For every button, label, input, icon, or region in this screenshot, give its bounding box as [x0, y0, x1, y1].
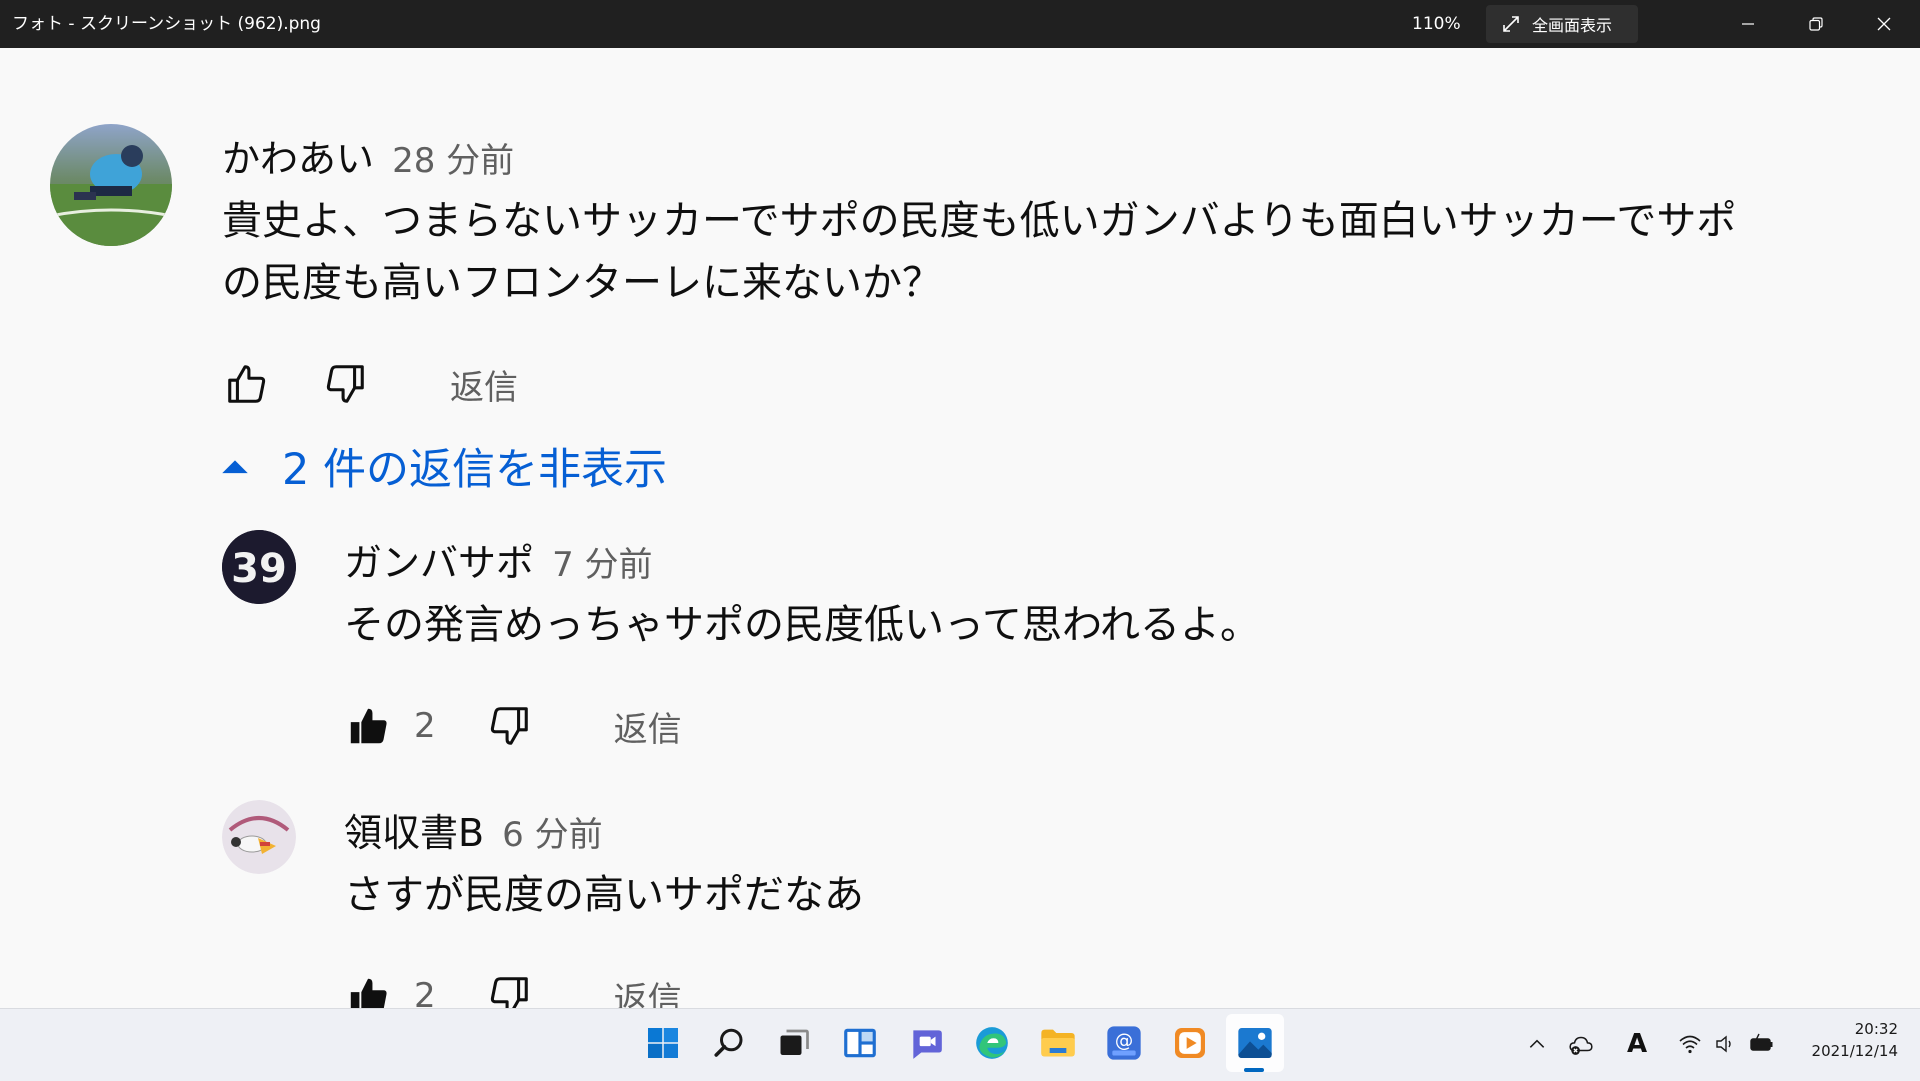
thumbs-down-outline-icon [490, 977, 528, 1008]
hide-replies-label: 2 件の返信を非表示 [282, 445, 668, 495]
battery-button[interactable] [1744, 1008, 1780, 1080]
reply-button[interactable]: 返信 [450, 360, 518, 409]
expand-icon [1503, 16, 1519, 32]
file-explorer-icon[interactable] [1029, 1014, 1087, 1072]
ime-indicator[interactable]: A [1618, 1008, 1656, 1080]
reply-avatar[interactable] [222, 800, 296, 874]
comment-text: 貴史よ、つまらないサッカーでサポの民度も低いガンバよりも面白いサッカーでサポ の… [222, 190, 1736, 314]
like-count: 2 [414, 976, 436, 1008]
number-jersey-avatar-icon: 39 [222, 530, 296, 604]
edge-browser-icon [976, 1027, 1008, 1059]
zoom-level[interactable]: 110% [1412, 0, 1461, 48]
clock-time: 20:32 [1854, 1020, 1898, 1038]
reply-time[interactable]: 7 分前 [552, 545, 652, 585]
close-icon [1877, 17, 1891, 31]
magnifier-icon [714, 1028, 743, 1057]
reply-author[interactable]: 領収書B [344, 811, 484, 855]
dislike-button[interactable] [320, 356, 370, 412]
taskbar-clock[interactable]: 20:32 2021/12/14 [1780, 1018, 1898, 1062]
windows-start-icon[interactable] [634, 1014, 692, 1072]
active-app-indicator [1244, 1068, 1264, 1072]
play-media-icon [1175, 1028, 1205, 1058]
window-title: フォト - スクリーンショット (962).png [12, 14, 321, 34]
reply-text: さすが民度の高いサポだなあ [344, 872, 864, 918]
folder-icon [1041, 1029, 1075, 1057]
comment-text-line1: 貴史よ、つまらないサッカーでサポの民度も低いガンバよりも面白いサッカーでサポ [222, 198, 1737, 244]
avatar-number: 39 [231, 546, 287, 592]
reply-button[interactable]: 返信 [614, 972, 682, 1009]
fullscreen-label: 全画面表示 [1532, 16, 1613, 35]
thumbs-down-outline-icon [326, 365, 364, 403]
like-button[interactable] [344, 698, 394, 754]
onedrive-error-icon [1569, 1036, 1593, 1055]
like-button[interactable] [344, 968, 394, 1008]
reply-avatar[interactable]: 39 [222, 530, 296, 604]
widgets-glyph-icon [844, 1028, 876, 1058]
task-view-icon[interactable] [765, 1014, 823, 1072]
widgets-icon[interactable] [831, 1014, 889, 1072]
comment-actions: 返信 [222, 356, 518, 412]
chevron-up-icon [1529, 1039, 1545, 1048]
reply-actions: 2 返信 [344, 698, 682, 754]
title-bar: フォト - スクリーンショット (962).png 110% 全画面表示 [0, 0, 1920, 48]
clock-date: 2021/12/14 [1811, 1042, 1898, 1060]
wifi-button[interactable] [1672, 1008, 1708, 1080]
dislike-button[interactable] [484, 968, 534, 1008]
thumbs-up-filled-icon [350, 708, 387, 744]
thumbs-up-filled-icon [350, 978, 387, 1008]
close-button[interactable] [1850, 0, 1918, 48]
reply-actions: 2 返信 [344, 968, 682, 1008]
dislike-button[interactable] [484, 698, 534, 754]
thumbs-up-outline-icon [228, 365, 266, 403]
speaker-icon [1716, 1035, 1731, 1053]
reply-text: その発言めっちゃサポの民度低いって思われるよ。 [344, 602, 1260, 648]
illustration-avatar-icon [222, 800, 296, 874]
comment-text-line2: の民度も高いフロンターレに来ないか？ [222, 260, 942, 306]
chat-icon[interactable] [897, 1014, 955, 1072]
wifi-icon [1679, 1035, 1701, 1054]
hide-replies-toggle[interactable]: 2 件の返信を非表示 [218, 438, 668, 495]
at-mail-icon: @ [1107, 1026, 1141, 1060]
image-viewer-canvas: かわあい 28 分前 貴史よ、つまらないサッカーでサポの民度も低いガンバよりも面… [0, 48, 1920, 1008]
photos-app-icon [1238, 1028, 1272, 1058]
restore-button[interactable] [1782, 0, 1850, 48]
show-hidden-icons-button[interactable] [1520, 1008, 1554, 1080]
mail-icon[interactable]: @ [1095, 1014, 1153, 1072]
fullscreen-button[interactable]: 全画面表示 [1486, 5, 1638, 43]
photos-icon[interactable] [1226, 1014, 1284, 1072]
reply-meta: ガンバサポ 7 分前 [344, 532, 653, 587]
volume-button[interactable] [1708, 1008, 1744, 1080]
comment-avatar[interactable] [50, 124, 172, 246]
soccer-player-avatar-icon [50, 124, 172, 246]
search-icon[interactable] [700, 1014, 758, 1072]
like-count: 2 [414, 706, 436, 746]
reply-button[interactable]: 返信 [614, 702, 682, 751]
svg-text:@: @ [1115, 1030, 1133, 1051]
edge-icon[interactable] [963, 1014, 1021, 1072]
restore-icon [1809, 17, 1823, 31]
tray-app-button[interactable] [1562, 1008, 1600, 1080]
reply-time[interactable]: 6 分前 [502, 815, 602, 855]
media-player-icon[interactable] [1161, 1014, 1219, 1072]
thumbs-down-outline-icon [490, 707, 528, 745]
battery-charging-icon [1750, 1033, 1773, 1051]
windows-logo-icon [648, 1028, 678, 1058]
like-button[interactable] [222, 356, 272, 412]
caret-up-icon [222, 460, 248, 474]
minimize-icon [1742, 23, 1754, 25]
comment-time[interactable]: 28 分前 [392, 141, 514, 181]
comment-author[interactable]: かわあい [222, 137, 374, 181]
teams-chat-icon [913, 1030, 942, 1059]
comment-meta: かわあい 28 分前 [222, 128, 514, 183]
task-view-glyph-icon [780, 1029, 809, 1055]
reply-author[interactable]: ガンバサポ [344, 541, 534, 585]
minimize-button[interactable] [1714, 0, 1782, 48]
reply-meta: 領収書B 6 分前 [344, 802, 603, 857]
